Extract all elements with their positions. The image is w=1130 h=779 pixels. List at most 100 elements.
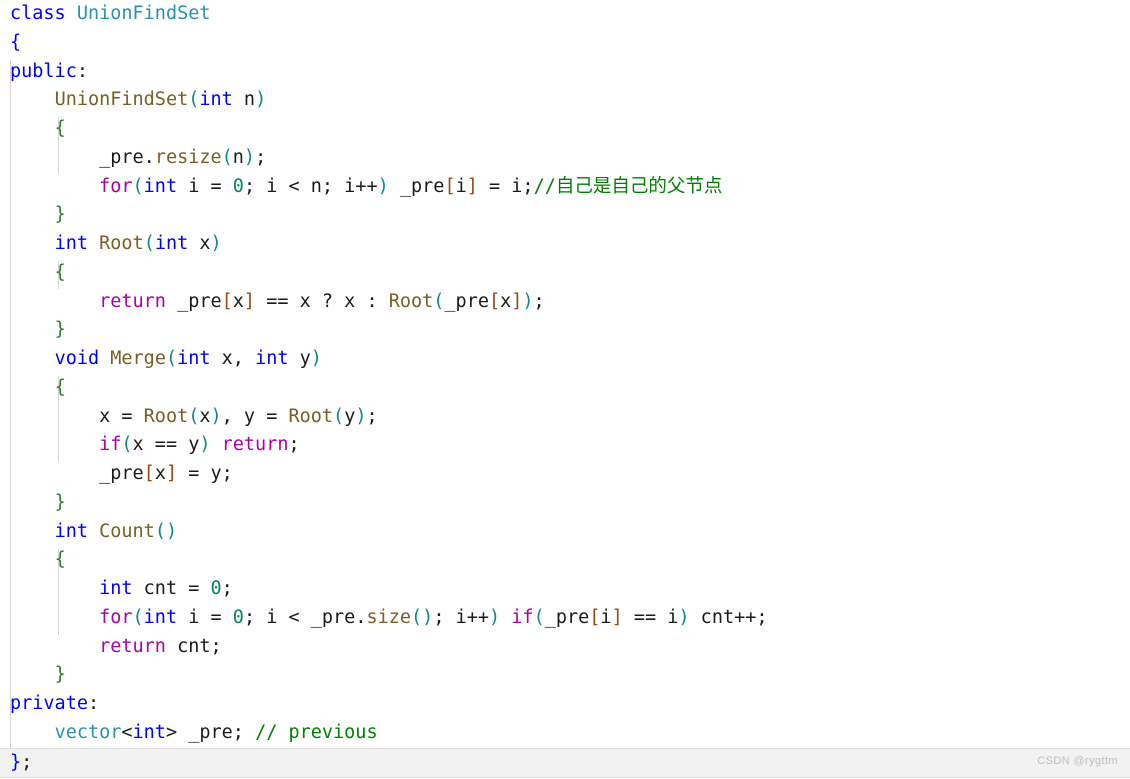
- code-token: (: [188, 405, 200, 427]
- code-token: ): [355, 405, 367, 427]
- code-token: ]: [466, 175, 478, 197]
- code-line[interactable]: {: [0, 259, 1130, 288]
- code-line[interactable]: {: [0, 374, 1130, 403]
- code-token: }: [10, 751, 22, 773]
- code-token: :: [87, 693, 100, 714]
- code-line[interactable]: UnionFindSet(int n): [0, 86, 1130, 115]
- code-line[interactable]: {: [0, 546, 1130, 575]
- code-token: UnionFindSet: [54, 89, 189, 111]
- code-token: == i: [622, 606, 679, 628]
- code-token: n: [232, 146, 244, 168]
- csdn-watermark: CSDN @rygttm: [1037, 755, 1118, 767]
- code-token: ;: [221, 578, 233, 599]
- code-token: int: [199, 89, 233, 111]
- code-token: int: [177, 348, 211, 369]
- code-token: = y;: [177, 463, 233, 484]
- code-token: ): [199, 434, 211, 456]
- code-text[interactable]: class UnionFindSet{public: UnionFindSet(…: [0, 0, 1130, 779]
- code-token: int: [154, 233, 189, 254]
- code-token: ; i < _pre: [243, 606, 356, 628]
- code-line[interactable]: vector<int> _pre; // previous: [0, 719, 1130, 748]
- code-editor[interactable]: class UnionFindSet{public: UnionFindSet(…: [0, 0, 1130, 779]
- code-token: ]: [243, 290, 256, 312]
- code-line[interactable]: void Merge(int x, int y): [0, 345, 1130, 374]
- code-token: public: [10, 60, 77, 82]
- code-token: resize: [154, 146, 222, 168]
- code-line[interactable]: int Count(): [0, 518, 1130, 547]
- code-line[interactable]: if(x == y) return;: [0, 431, 1130, 460]
- code-token: cnt++;: [689, 606, 768, 628]
- code-token: (: [132, 175, 144, 197]
- code-token: [: [143, 463, 155, 484]
- code-line[interactable]: };: [0, 747, 1130, 779]
- code-line[interactable]: }: [0, 316, 1130, 345]
- code-token: ; i++: [433, 606, 490, 628]
- code-line[interactable]: for(int i = 0; i < n; i++) _pre[i] = i;/…: [0, 173, 1130, 202]
- code-token: ): [310, 348, 322, 369]
- code-token: int: [143, 606, 178, 628]
- code-line[interactable]: return _pre[x] == x ? x : Root(_pre[x]);: [0, 288, 1130, 317]
- code-line[interactable]: }: [0, 661, 1130, 690]
- code-token: >: [165, 721, 178, 743]
- code-token: _pre: [388, 175, 445, 197]
- code-token: .: [355, 606, 367, 628]
- code-token: Root: [288, 405, 334, 427]
- code-line[interactable]: }: [0, 201, 1130, 230]
- code-line[interactable]: class UnionFindSet: [0, 0, 1130, 29]
- code-line[interactable]: public:: [0, 58, 1130, 87]
- code-token: ;: [366, 405, 378, 427]
- code-line[interactable]: _pre.resize(n);: [0, 144, 1130, 173]
- code-line[interactable]: private:: [0, 690, 1130, 719]
- code-token: ;: [21, 751, 33, 773]
- code-token: _pre: [99, 463, 144, 484]
- code-line[interactable]: {: [0, 115, 1130, 144]
- code-token: _pre: [99, 146, 144, 168]
- code-token: x =: [99, 405, 144, 427]
- code-line[interactable]: int Root(int x): [0, 230, 1130, 259]
- code-token: ): [678, 606, 690, 628]
- code-token: Count: [99, 520, 155, 542]
- code-line[interactable]: for(int i = 0; i < _pre.size(); i++) if(…: [0, 604, 1130, 633]
- code-token: x: [500, 290, 512, 312]
- code-token: ]: [165, 463, 178, 484]
- code-token: x: [154, 463, 166, 484]
- code-token: int: [54, 233, 88, 254]
- code-token: ]: [611, 606, 623, 628]
- code-token: (: [221, 146, 233, 168]
- code-token: [: [589, 606, 601, 628]
- code-token: (: [143, 233, 155, 254]
- code-line[interactable]: {: [0, 29, 1130, 58]
- code-token: i =: [177, 175, 233, 197]
- code-token: [: [221, 290, 233, 312]
- code-token: ;: [255, 146, 267, 168]
- code-token: ;: [288, 434, 300, 456]
- code-token: ): [255, 89, 267, 111]
- code-line[interactable]: }: [0, 489, 1130, 518]
- code-line[interactable]: int cnt = 0;: [0, 575, 1130, 604]
- code-line[interactable]: return cnt;: [0, 633, 1130, 662]
- code-line[interactable]: x = Root(x), y = Root(y);: [0, 403, 1130, 432]
- code-token: class: [10, 3, 66, 24]
- code-token: <: [121, 721, 133, 743]
- code-token: {: [54, 549, 66, 571]
- code-token: Root: [388, 290, 434, 312]
- code-line[interactable]: _pre[x] = y;: [0, 460, 1130, 489]
- code-token: ]: [511, 290, 523, 312]
- code-token: int: [255, 348, 289, 369]
- code-token: i =: [177, 606, 233, 628]
- code-token: int: [99, 578, 133, 599]
